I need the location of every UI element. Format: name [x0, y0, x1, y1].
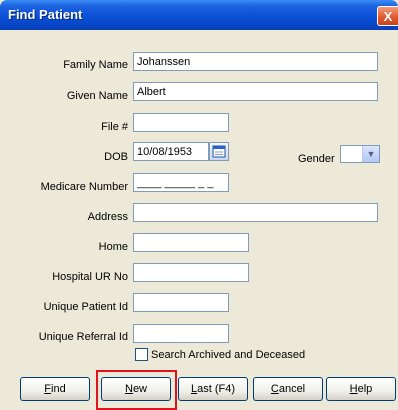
- last-label: ast (F4): [197, 383, 236, 395]
- last-button[interactable]: Last (F4): [178, 377, 248, 401]
- calendar-icon: [212, 145, 226, 158]
- dob-input[interactable]: [133, 142, 209, 161]
- help-accesskey: H: [349, 383, 358, 395]
- home-phone-label: Home: [98, 241, 128, 253]
- gender-select[interactable]: ▼: [340, 145, 380, 163]
- file-number-input[interactable]: [133, 113, 229, 132]
- unique-patient-id-input[interactable]: [133, 293, 229, 312]
- close-icon: X: [383, 9, 393, 24]
- given-name-label: Given Name: [66, 90, 128, 102]
- medicare-number-label: Medicare Number: [40, 181, 128, 193]
- search-archived-checkbox[interactable]: [135, 348, 148, 361]
- help-button[interactable]: Help: [326, 377, 396, 401]
- file-number-label: File #: [101, 121, 128, 133]
- dob-label: DOB: [104, 151, 128, 163]
- address-input[interactable]: [133, 203, 378, 222]
- family-name-label: Family Name: [63, 59, 128, 71]
- family-name-input[interactable]: [133, 52, 378, 71]
- address-label: Address: [87, 211, 128, 223]
- medicare-number-input[interactable]: [133, 173, 229, 192]
- window-title: Find Patient: [8, 7, 83, 22]
- chevron-down-icon[interactable]: ▼: [362, 146, 379, 162]
- find-label: ind: [51, 383, 66, 395]
- new-button-highlight: [96, 370, 177, 410]
- help-label: elp: [357, 383, 373, 395]
- cancel-accesskey: C: [270, 383, 279, 395]
- search-archived-label: Search Archived and Deceased: [151, 349, 306, 361]
- home-phone-input[interactable]: [133, 233, 249, 252]
- given-name-input[interactable]: [133, 82, 378, 101]
- unique-referral-id-label: Unique Referral Id: [38, 331, 128, 343]
- find-patient-dialog: Find Patient X Family Name Given Name Fi…: [0, 0, 398, 410]
- cancel-button[interactable]: Cancel: [253, 377, 323, 401]
- find-accesskey: F: [44, 383, 52, 395]
- gender-label: Gender: [298, 153, 335, 165]
- unique-referral-id-input[interactable]: [133, 324, 229, 343]
- hospital-ur-label: Hospital UR No: [52, 271, 128, 283]
- find-button[interactable]: Find: [20, 377, 90, 401]
- date-picker-button[interactable]: [209, 142, 229, 161]
- close-button[interactable]: X: [377, 6, 398, 26]
- hospital-ur-input[interactable]: [133, 263, 249, 282]
- unique-patient-id-label: Unique Patient Id: [43, 301, 128, 313]
- cancel-label: ancel: [278, 383, 306, 395]
- title-bar: Find Patient X: [0, 0, 398, 30]
